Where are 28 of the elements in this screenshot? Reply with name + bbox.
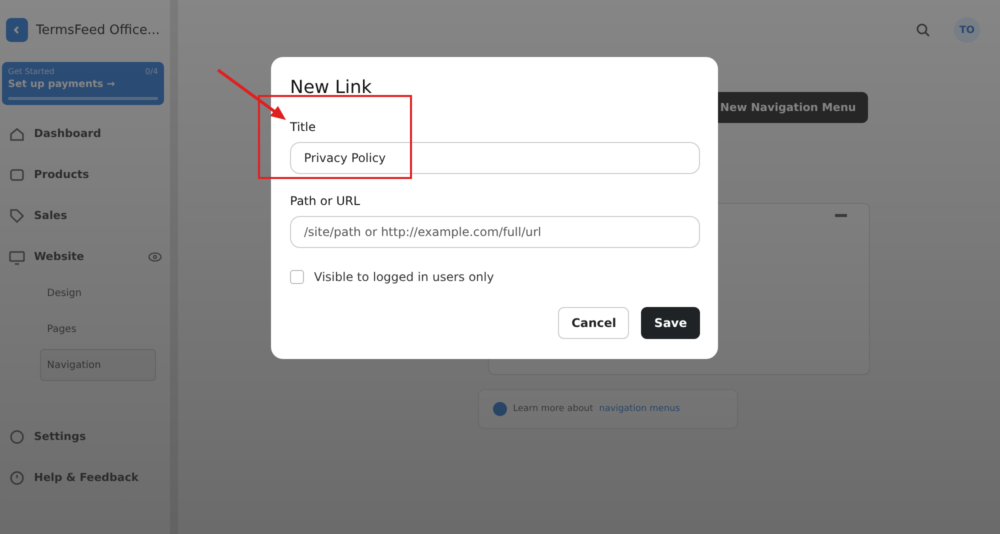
sidebar-subitem[interactable]: Pages xyxy=(40,313,156,345)
sidebar-subitem[interactable]: Design xyxy=(40,277,156,309)
setup-title: Set up payments → xyxy=(8,79,116,90)
eye-icon[interactable] xyxy=(148,250,162,264)
save-button[interactable]: Save xyxy=(641,307,700,339)
search-icon[interactable] xyxy=(916,23,930,37)
help-icon xyxy=(8,468,26,486)
gear-icon xyxy=(8,428,26,446)
info-icon xyxy=(493,402,507,416)
pointer-arrow xyxy=(216,68,288,122)
user-avatar[interactable]: TO xyxy=(954,17,980,43)
setup-label: Get Started xyxy=(8,67,54,76)
back-button[interactable] xyxy=(6,18,28,42)
setup-count: 0/4 xyxy=(145,67,158,76)
input-field[interactable]: Privacy Policy xyxy=(290,142,700,174)
navigation-menus-link[interactable]: navigation menus xyxy=(599,404,680,414)
field-label: Title xyxy=(290,120,317,134)
store-name: TermsFeed Office... xyxy=(36,22,160,38)
more-icon[interactable] xyxy=(835,214,847,218)
tag-icon xyxy=(8,206,26,224)
checkbox[interactable] xyxy=(290,270,304,284)
input-field[interactable]: /site/path or http://example.com/full/url xyxy=(290,216,700,248)
dialog-title: New Link xyxy=(290,77,373,98)
checkbox-label: Visible to logged in users only xyxy=(314,270,494,284)
field-label: Path or URL xyxy=(290,194,362,208)
cancel-button[interactable]: Cancel xyxy=(558,307,630,339)
learn-more-text: Learn more about xyxy=(513,404,594,414)
sidebar-subitem[interactable]: Navigation xyxy=(40,349,156,381)
